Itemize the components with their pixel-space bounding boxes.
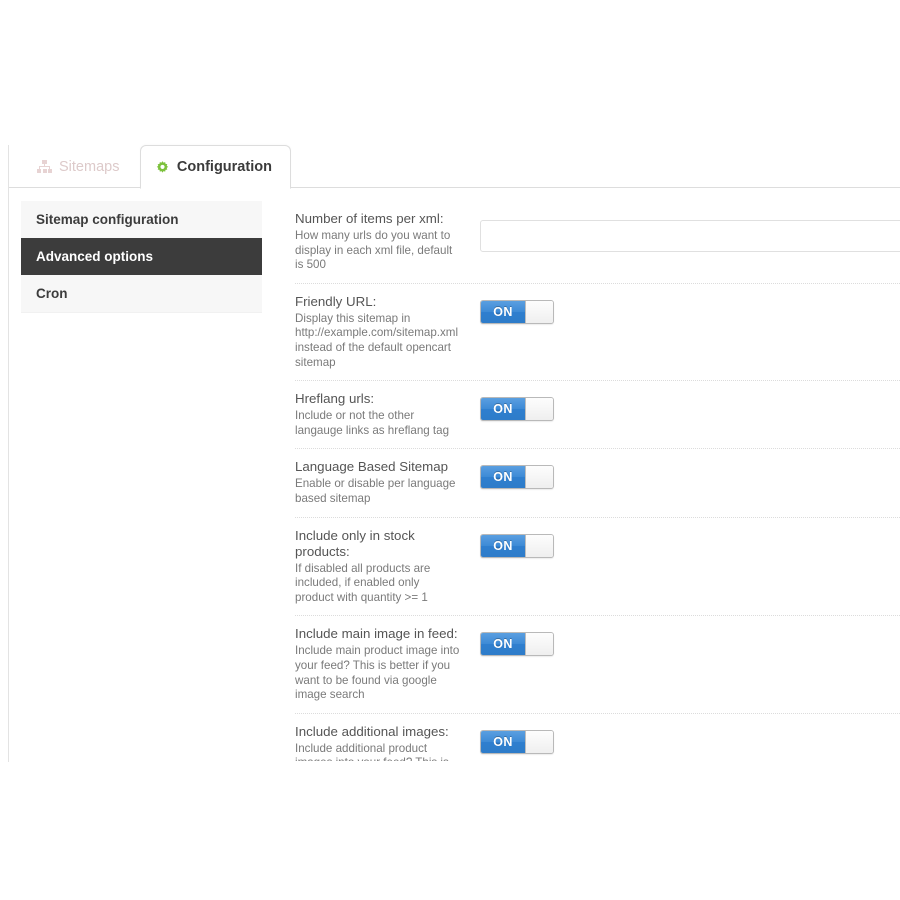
toggle-on-label: ON: [481, 300, 525, 323]
language-based-sitemap-toggle[interactable]: ON: [480, 465, 554, 490]
setting-control: ON: [469, 391, 900, 427]
setting-labels: Hreflang urls: Include or not the other …: [295, 391, 469, 438]
setting-row-items-per-xml: Number of items per xml: How many urls d…: [295, 201, 900, 284]
main-image-in-feed-toggle[interactable]: ON: [480, 632, 554, 657]
setting-row-language-based-sitemap: Language Based Sitemap Enable or disable…: [295, 449, 900, 518]
tab-configuration-label: Configuration: [176, 159, 272, 175]
sidebar-item-sitemap-configuration[interactable]: Sitemap configuration: [21, 201, 262, 238]
settings-content: Number of items per xml: How many urls d…: [262, 201, 900, 761]
setting-labels: Friendly URL: Display this sitemap in ht…: [295, 294, 469, 370]
setting-control: ON: [469, 459, 900, 495]
setting-labels: Number of items per xml: How many urls d…: [295, 211, 469, 273]
setting-control: ON: [469, 294, 900, 330]
tab-configuration[interactable]: Configuration: [139, 145, 291, 189]
toggle-handle[interactable]: [525, 730, 553, 753]
setting-title: Number of items per xml:: [295, 211, 444, 226]
setting-labels: Include main image in feed: Include main…: [295, 626, 469, 702]
toggle-handle[interactable]: [525, 300, 553, 323]
setting-title: Include main image in feed:: [295, 626, 458, 642]
setting-description: Display this sitemap in http://example.c…: [295, 311, 459, 369]
setting-description: If disabled all products are included, i…: [295, 561, 431, 604]
setting-labels: Language Based Sitemap Enable or disable…: [295, 459, 469, 506]
setting-row-friendly-url: Friendly URL: Display this sitemap in ht…: [295, 284, 900, 382]
setting-description: Include additional product images into y…: [295, 741, 449, 761]
setting-control: ON: [469, 626, 900, 662]
settings-sidebar: Sitemap configuration Advanced options C…: [21, 201, 262, 313]
sidebar-item-advanced-options[interactable]: Advanced options: [21, 238, 262, 275]
tab-sitemaps[interactable]: Sitemaps: [22, 145, 135, 188]
setting-row-hreflang-urls: Hreflang urls: Include or not the other …: [295, 381, 900, 450]
setting-row-additional-images: Include additional images: Include addit…: [295, 714, 900, 761]
toggle-on-label: ON: [481, 534, 525, 557]
setting-labels: Include additional images: Include addit…: [295, 724, 469, 761]
tab-sitemaps-label: Sitemaps: [59, 158, 120, 175]
gear-icon: [155, 160, 170, 175]
setting-title: Language Based Sitemap: [295, 459, 449, 475]
setting-control: ON: [469, 724, 900, 760]
sidebar-item-label: Cron: [36, 286, 68, 301]
setting-description: Enable or disable per language based sit…: [295, 477, 456, 505]
setting-description: How many urls do you want to display in …: [295, 229, 453, 272]
toggle-on-label: ON: [481, 730, 525, 753]
sidebar-item-label: Sitemap configuration: [36, 212, 179, 227]
toggle-handle[interactable]: [525, 398, 553, 421]
sidebar-item-label: Advanced options: [36, 249, 154, 264]
toggle-on-label: ON: [481, 633, 525, 656]
setting-row-main-image-in-feed: Include main image in feed: Include main…: [295, 616, 900, 714]
settings-panel: Sitemaps Configuration Sitemap configura…: [8, 145, 900, 762]
setting-title: Include additional images:: [295, 723, 449, 739]
sitemap-icon: [37, 160, 52, 173]
hreflang-urls-toggle[interactable]: ON: [480, 397, 554, 422]
setting-description: Include main product image into your fee…: [295, 644, 460, 702]
toggle-handle[interactable]: [525, 633, 553, 656]
setting-title: Include only in stock products:: [295, 527, 415, 559]
toggle-on-label: ON: [481, 398, 525, 421]
toggle-on-label: ON: [481, 466, 525, 489]
additional-images-toggle[interactable]: ON: [480, 729, 554, 754]
setting-control: ON: [469, 528, 900, 564]
setting-control: [469, 211, 900, 252]
toggle-handle[interactable]: [525, 466, 553, 489]
sidebar-item-cron[interactable]: Cron: [21, 275, 262, 312]
setting-title: Hreflang urls:: [295, 391, 375, 407]
panel-body: Sitemap configuration Advanced options C…: [9, 188, 900, 761]
setting-row-in-stock-products: Include only in stock products: If disab…: [295, 518, 900, 617]
items-per-xml-input[interactable]: [480, 220, 900, 252]
friendly-url-toggle[interactable]: ON: [480, 299, 554, 324]
tab-bar: Sitemaps Configuration: [9, 145, 900, 189]
in-stock-products-toggle[interactable]: ON: [480, 533, 554, 558]
page-root: Sitemaps Configuration Sitemap configura…: [0, 0, 900, 900]
setting-labels: Include only in stock products: If disab…: [295, 528, 469, 606]
setting-description: Include or not the other langauge links …: [295, 409, 450, 437]
setting-title: Friendly URL:: [295, 293, 377, 309]
toggle-handle[interactable]: [525, 534, 553, 557]
